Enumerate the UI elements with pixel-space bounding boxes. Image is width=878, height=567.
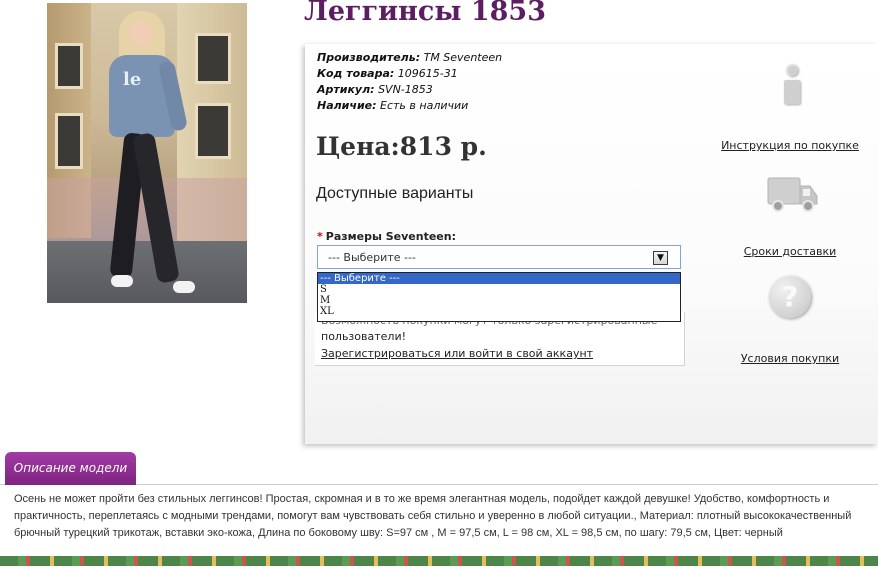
size-option[interactable]: M [318, 295, 680, 306]
info-icon[interactable] [780, 64, 804, 106]
terms-link[interactable]: Условия покупки [741, 352, 839, 365]
photo-window [55, 43, 83, 89]
product-title: Леггинсы 1853 [304, 0, 546, 27]
tab-description[interactable]: Описание модели [5, 452, 136, 485]
product-price: Цена:813 р. [316, 132, 487, 161]
photo-model-shoe [111, 275, 133, 287]
size-option[interactable]: XL [318, 306, 680, 317]
truck-icon[interactable] [767, 172, 819, 214]
size-option[interactable]: S [318, 284, 680, 295]
description-text: Осень не может пройти без стильных легги… [14, 493, 852, 539]
sidebar-item-terms[interactable]: Условия покупки [720, 347, 860, 366]
sidebar-item-instructions[interactable]: Инструкция по покупке [720, 134, 860, 153]
product-photo[interactable]: le [47, 3, 247, 303]
photo-window [195, 33, 231, 84]
instructions-link[interactable]: Инструкция по покупке [721, 139, 859, 152]
meta-product-code: Код товара: 109615-31 [317, 67, 458, 80]
required-mark: * [317, 230, 323, 243]
size-select-value: --- Выберите --- [328, 251, 416, 264]
meta-article: Артикул: SVN-1853 [317, 83, 433, 96]
size-select-label: * Размеры Seventeen: [317, 230, 456, 243]
delivery-link[interactable]: Сроки доставки [744, 245, 837, 258]
photo-window [55, 113, 83, 169]
size-select[interactable]: --- Выберите --- ▼ [317, 245, 681, 269]
photo-sweater-print: le [123, 69, 142, 90]
photo-model-face [131, 21, 151, 47]
size-dropdown-list[interactable]: --- Выберите --- S M XL [317, 272, 681, 322]
size-option[interactable]: --- Выберите --- [318, 273, 680, 284]
sidebar-item-delivery[interactable]: Сроки доставки [720, 240, 860, 259]
product-meta: Производитель: TM Seventeen Код товара: … [317, 50, 502, 114]
meta-availability: Наличие: Есть в наличии [317, 99, 469, 112]
question-icon[interactable]: ? [769, 276, 811, 318]
meta-manufacturer: Производитель: TM Seventeen [317, 51, 503, 64]
photo-window [195, 103, 231, 159]
variants-heading: Доступные варианты [316, 185, 474, 202]
photo-model-shoe [173, 281, 195, 293]
register-login-link[interactable]: Зарегистрироваться или войти в свой акка… [321, 347, 593, 360]
chevron-down-icon[interactable]: ▼ [653, 251, 668, 265]
notice-text: пользователи! [321, 330, 407, 343]
decorative-garland [0, 556, 878, 566]
photo-street [47, 241, 247, 303]
